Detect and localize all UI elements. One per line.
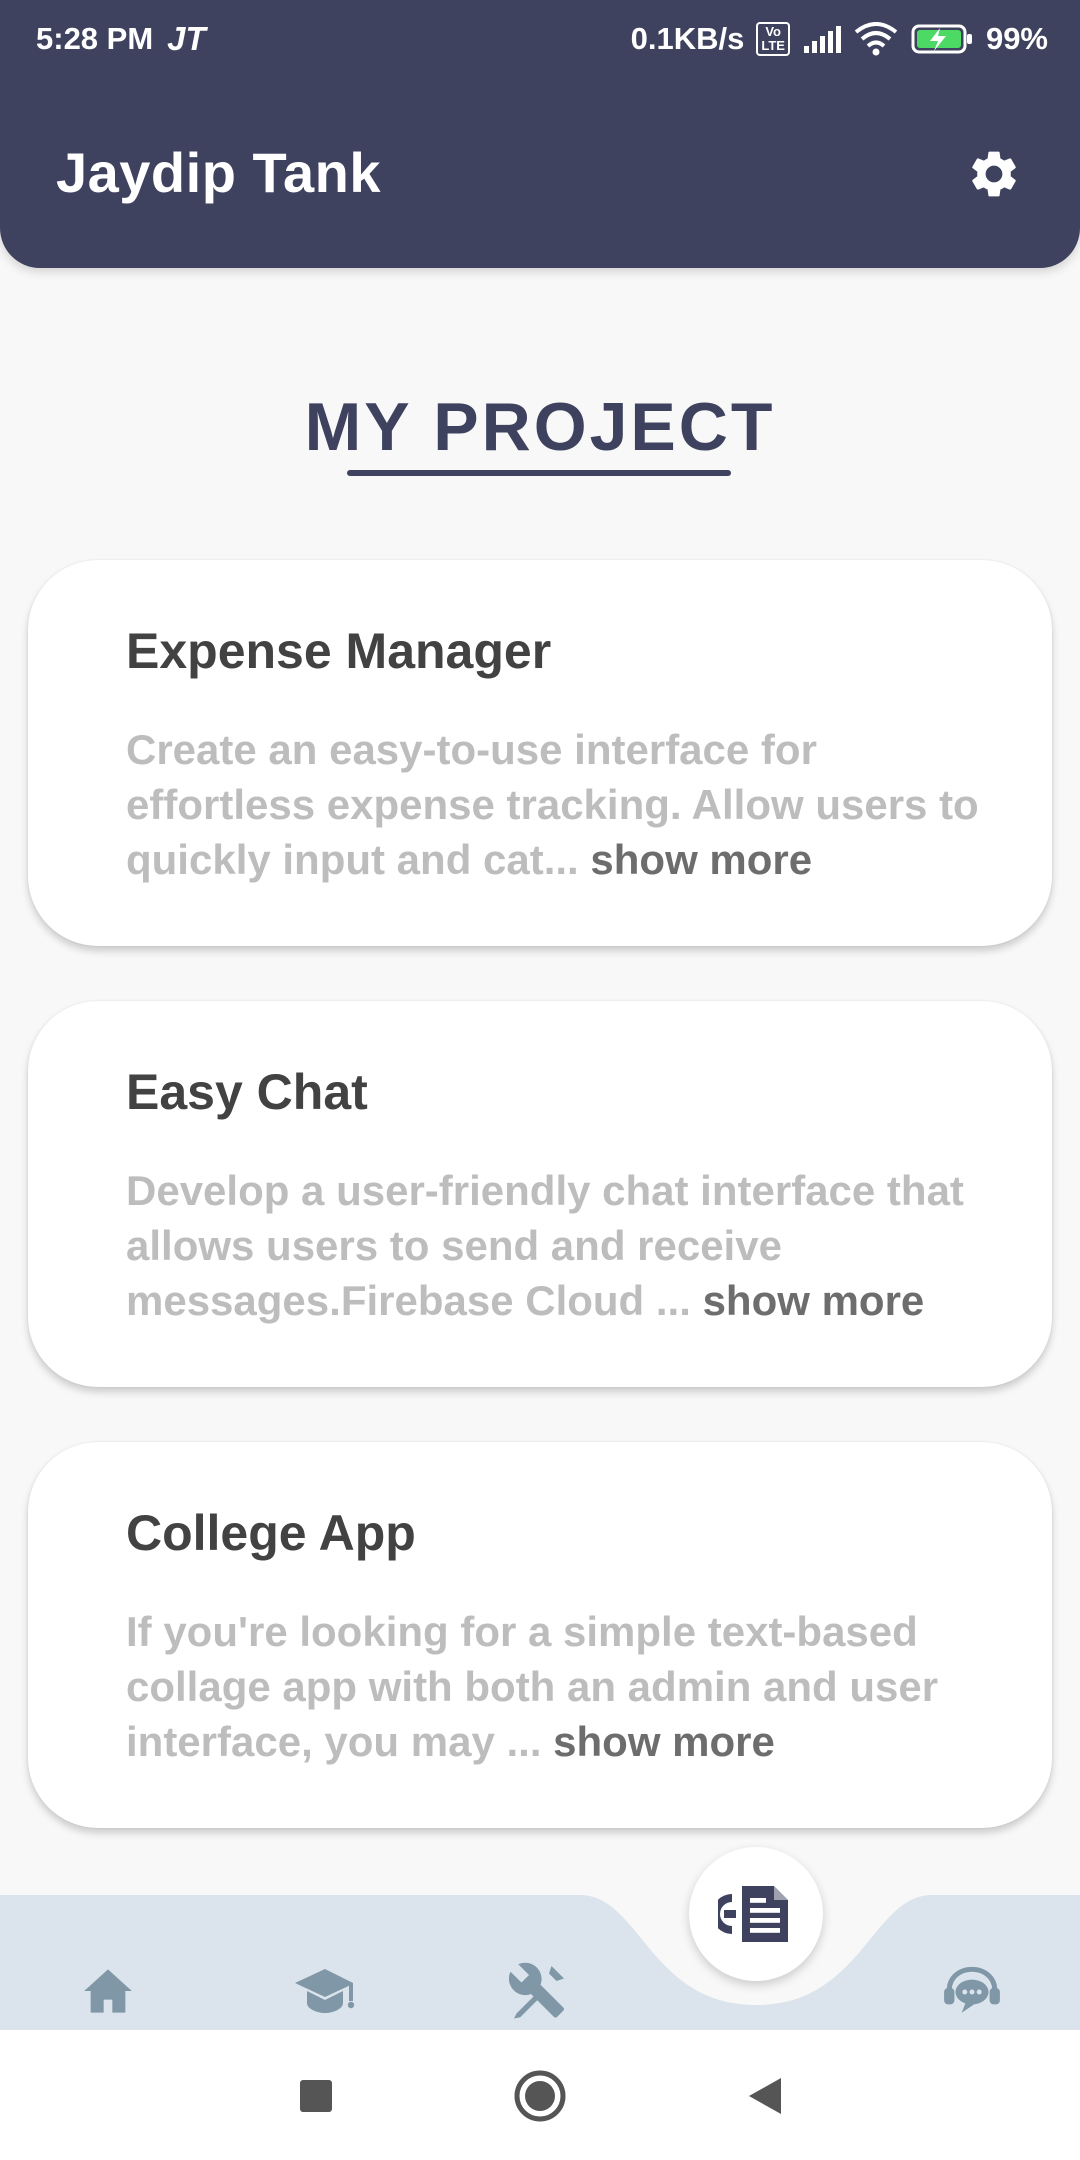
volte-icon: Vo LTE: [756, 22, 790, 56]
triangle-back-icon: [749, 2078, 781, 2114]
bottom-navigation: [0, 1850, 1080, 2030]
app-header: 5:28 PM JT 0.1KB/s Vo LTE 99% Jaydip Tan…: [0, 0, 1080, 268]
home-system-button[interactable]: [510, 2066, 570, 2126]
project-title: Easy Chat: [126, 1064, 368, 1120]
volte-top: Vo: [765, 24, 781, 39]
project-title: College App: [126, 1505, 416, 1561]
status-bar: 5:28 PM JT 0.1KB/s Vo LTE 99%: [0, 0, 1080, 78]
battery-charging-icon: [911, 24, 972, 54]
show-more-link[interactable]: show more: [703, 1277, 925, 1324]
circle-icon: [514, 2070, 566, 2122]
project-card-college-app[interactable]: College App If you're looking for a simp…: [28, 1442, 1052, 1828]
nav-home[interactable]: [68, 1956, 148, 2026]
signal-icon: [803, 26, 841, 53]
square-icon: [300, 2080, 332, 2112]
section-title-underline: [347, 470, 731, 476]
system-nav-bar: [0, 2030, 1080, 2160]
status-carrier: JT: [167, 20, 206, 57]
project-description-text: If you're looking for a simple text-base…: [126, 1608, 939, 1765]
recent-apps-button[interactable]: [286, 2066, 346, 2126]
project-description: Create an easy-to-use interface for effo…: [126, 722, 982, 887]
tools-icon: [509, 1962, 564, 2019]
nav-skills[interactable]: [499, 1956, 579, 2026]
project-description-text: Create an easy-to-use interface for effo…: [126, 726, 979, 883]
battery-percent: 99%: [985, 21, 1048, 56]
project-description: If you're looking for a simple text-base…: [126, 1604, 982, 1769]
volte-bottom: LTE: [761, 38, 785, 53]
chat-support-icon: [944, 1966, 1000, 2013]
project-card-expense-manager[interactable]: Expense Manager Create an easy-to-use in…: [28, 560, 1052, 946]
wifi-icon: [854, 22, 898, 56]
nav-education[interactable]: [285, 1956, 365, 2026]
settings-button[interactable]: [964, 144, 1024, 204]
show-more-link[interactable]: show more: [553, 1718, 775, 1765]
back-button[interactable]: [735, 2066, 795, 2126]
section-title: MY PROJECT: [304, 389, 776, 465]
network-speed: 0.1KB/s: [630, 21, 745, 56]
status-time: 5:28 PM: [36, 21, 154, 56]
show-more-link[interactable]: show more: [590, 836, 812, 883]
status-left: 5:28 PM JT: [36, 20, 206, 58]
project-icon: [718, 1886, 788, 1942]
status-right: 0.1KB/s Vo LTE 99%: [631, 21, 1048, 57]
project-card-easy-chat[interactable]: Easy Chat Develop a user-friendly chat i…: [28, 1001, 1052, 1387]
home-icon: [84, 1969, 132, 2013]
project-title: Expense Manager: [126, 623, 552, 679]
app-title: Jaydip Tank: [56, 141, 382, 204]
nav-support[interactable]: [932, 1956, 1012, 2026]
gear-icon: [972, 151, 1016, 197]
graduation-cap-icon: [295, 1969, 355, 2013]
project-description: Develop a user-friendly chat interface t…: [126, 1163, 982, 1328]
nav-projects-active[interactable]: [689, 1847, 823, 1981]
